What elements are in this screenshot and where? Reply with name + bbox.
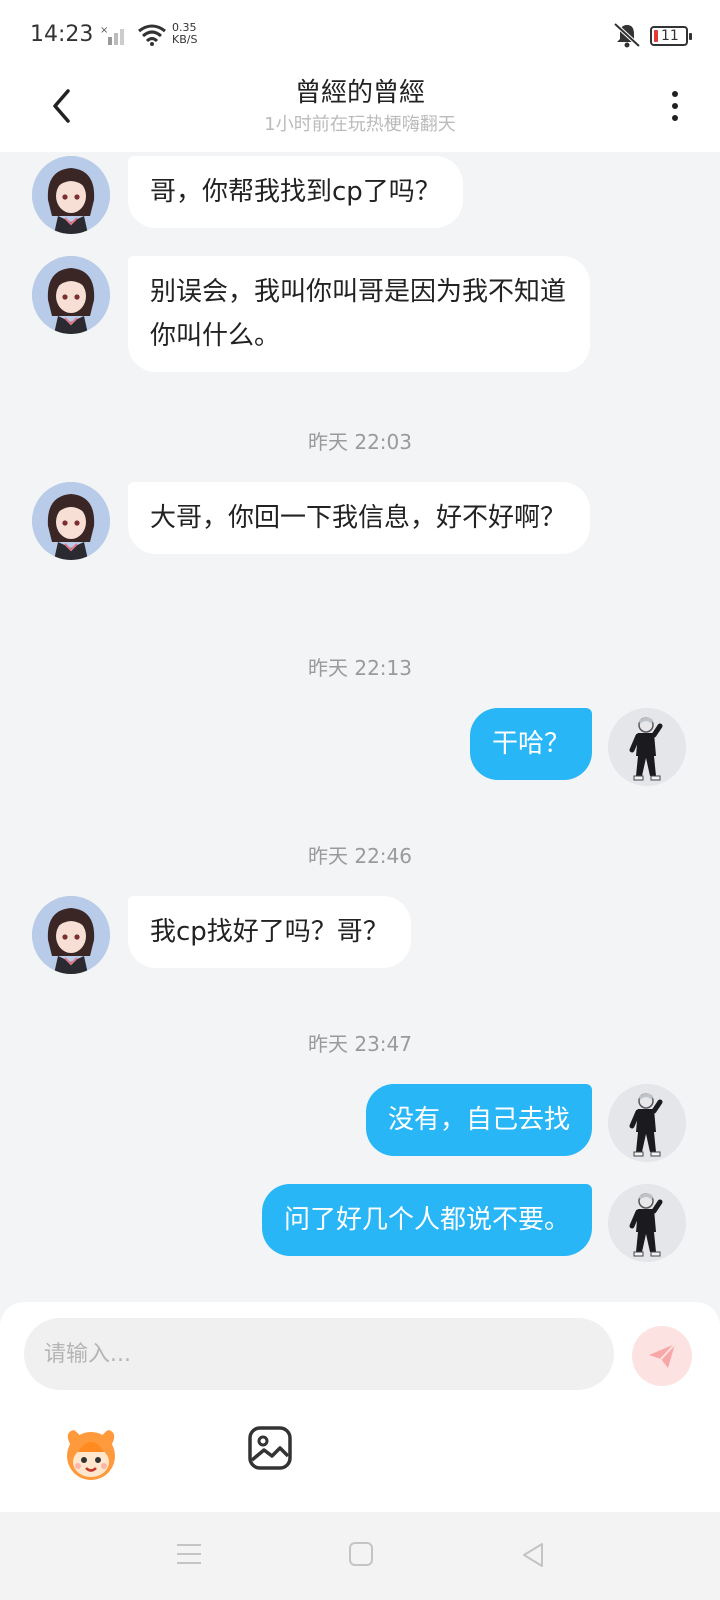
battery-level: 11 — [661, 28, 679, 44]
signal-icon: × — [100, 25, 124, 45]
contact-avatar[interactable] — [32, 482, 110, 560]
message-list[interactable]: 哥，你帮我找到cp了吗？ 别误会，我叫你叫哥是因为我不知道你叫什么。 昨天 22… — [0, 152, 720, 1302]
anime-girl-avatar-icon — [32, 256, 110, 334]
composer-panel — [0, 1302, 720, 1512]
page-title: 曾經的曾經 — [294, 78, 425, 108]
status-bar: 14:23 × 0.35 KB/S 11 — [0, 0, 720, 72]
outgoing-message-bubble[interactable]: 问了好几个人都说不要。 — [261, 1184, 592, 1256]
svg-text:×: × — [100, 25, 108, 36]
incoming-message-bubble[interactable]: 别误会，我叫你叫哥是因为我不知道你叫什么。 — [128, 256, 590, 372]
message-timestamp: 昨天 22:03 — [308, 430, 412, 454]
message-row: 大哥，你回一下我信息，好不好啊？ — [0, 482, 720, 600]
outgoing-message-bubble[interactable]: 干哈？ — [469, 708, 592, 780]
status-time: 14:23 — [30, 22, 94, 47]
boy-character-avatar-icon — [608, 1084, 686, 1162]
contact-avatar[interactable] — [32, 256, 110, 334]
my-avatar[interactable] — [608, 1084, 686, 1162]
image-button[interactable] — [246, 1424, 294, 1472]
message-input[interactable] — [24, 1318, 614, 1390]
wifi-icon — [138, 24, 166, 46]
chat-header: 曾經的曾經 1小时前在玩热梗嗨翻天 — [0, 72, 720, 152]
message-row: 干哈？ — [0, 708, 720, 786]
message-timestamp: 昨天 23:47 — [308, 1032, 412, 1056]
system-navigation-bar — [0, 1512, 720, 1600]
back-triangle-icon[interactable] — [520, 1541, 546, 1569]
send-button[interactable] — [632, 1326, 692, 1386]
mute-vibrate-icon — [613, 22, 641, 48]
home-icon[interactable] — [348, 1541, 374, 1567]
message-row: 问了好几个人都说不要。 — [0, 1184, 720, 1262]
anime-girl-avatar-icon — [32, 156, 110, 234]
emoji-mascot-icon — [67, 1430, 115, 1480]
message-timestamp: 昨天 22:13 — [308, 656, 412, 680]
boy-character-avatar-icon — [608, 708, 686, 786]
message-row: 我cp找好了吗？哥？ — [0, 896, 720, 974]
more-vertical-icon-dot — [672, 103, 678, 109]
contact-avatar[interactable] — [32, 156, 110, 234]
network-speed-unit: KB/S — [172, 33, 198, 46]
incoming-message-bubble[interactable]: 我cp找好了吗？哥？ — [128, 896, 411, 968]
more-vertical-icon-dot — [672, 115, 678, 121]
message-row: 哥，你帮我找到cp了吗？ — [0, 156, 720, 234]
anime-girl-avatar-icon — [32, 482, 110, 560]
contact-avatar[interactable] — [32, 896, 110, 974]
menu-icon[interactable] — [176, 1542, 202, 1566]
battery-fill — [654, 30, 658, 42]
contact-status: 1小时前在玩热梗嗨翻天 — [264, 114, 456, 135]
my-avatar[interactable] — [608, 708, 686, 786]
network-speed: 0.35 KB/S — [172, 22, 197, 46]
battery-icon: 11 — [650, 26, 692, 46]
boy-character-avatar-icon — [608, 1184, 686, 1262]
image-icon — [248, 1426, 292, 1470]
emoji-button[interactable] — [60, 1422, 122, 1484]
message-row: 别误会，我叫你叫哥是因为我不知道你叫什么。 — [0, 256, 720, 374]
message-timestamp: 昨天 22:46 — [308, 844, 412, 868]
more-options-button[interactable] — [660, 84, 690, 128]
my-avatar[interactable] — [608, 1184, 686, 1262]
incoming-message-bubble[interactable]: 大哥，你回一下我信息，好不好啊？ — [128, 482, 590, 554]
anime-girl-avatar-icon — [32, 896, 110, 974]
send-icon — [649, 1343, 676, 1368]
message-row: 没有，自己去找 — [0, 1084, 720, 1162]
more-vertical-icon-dot — [672, 91, 678, 97]
outgoing-message-bubble[interactable]: 没有，自己去找 — [365, 1084, 592, 1156]
incoming-message-bubble[interactable]: 哥，你帮我找到cp了吗？ — [128, 156, 463, 228]
